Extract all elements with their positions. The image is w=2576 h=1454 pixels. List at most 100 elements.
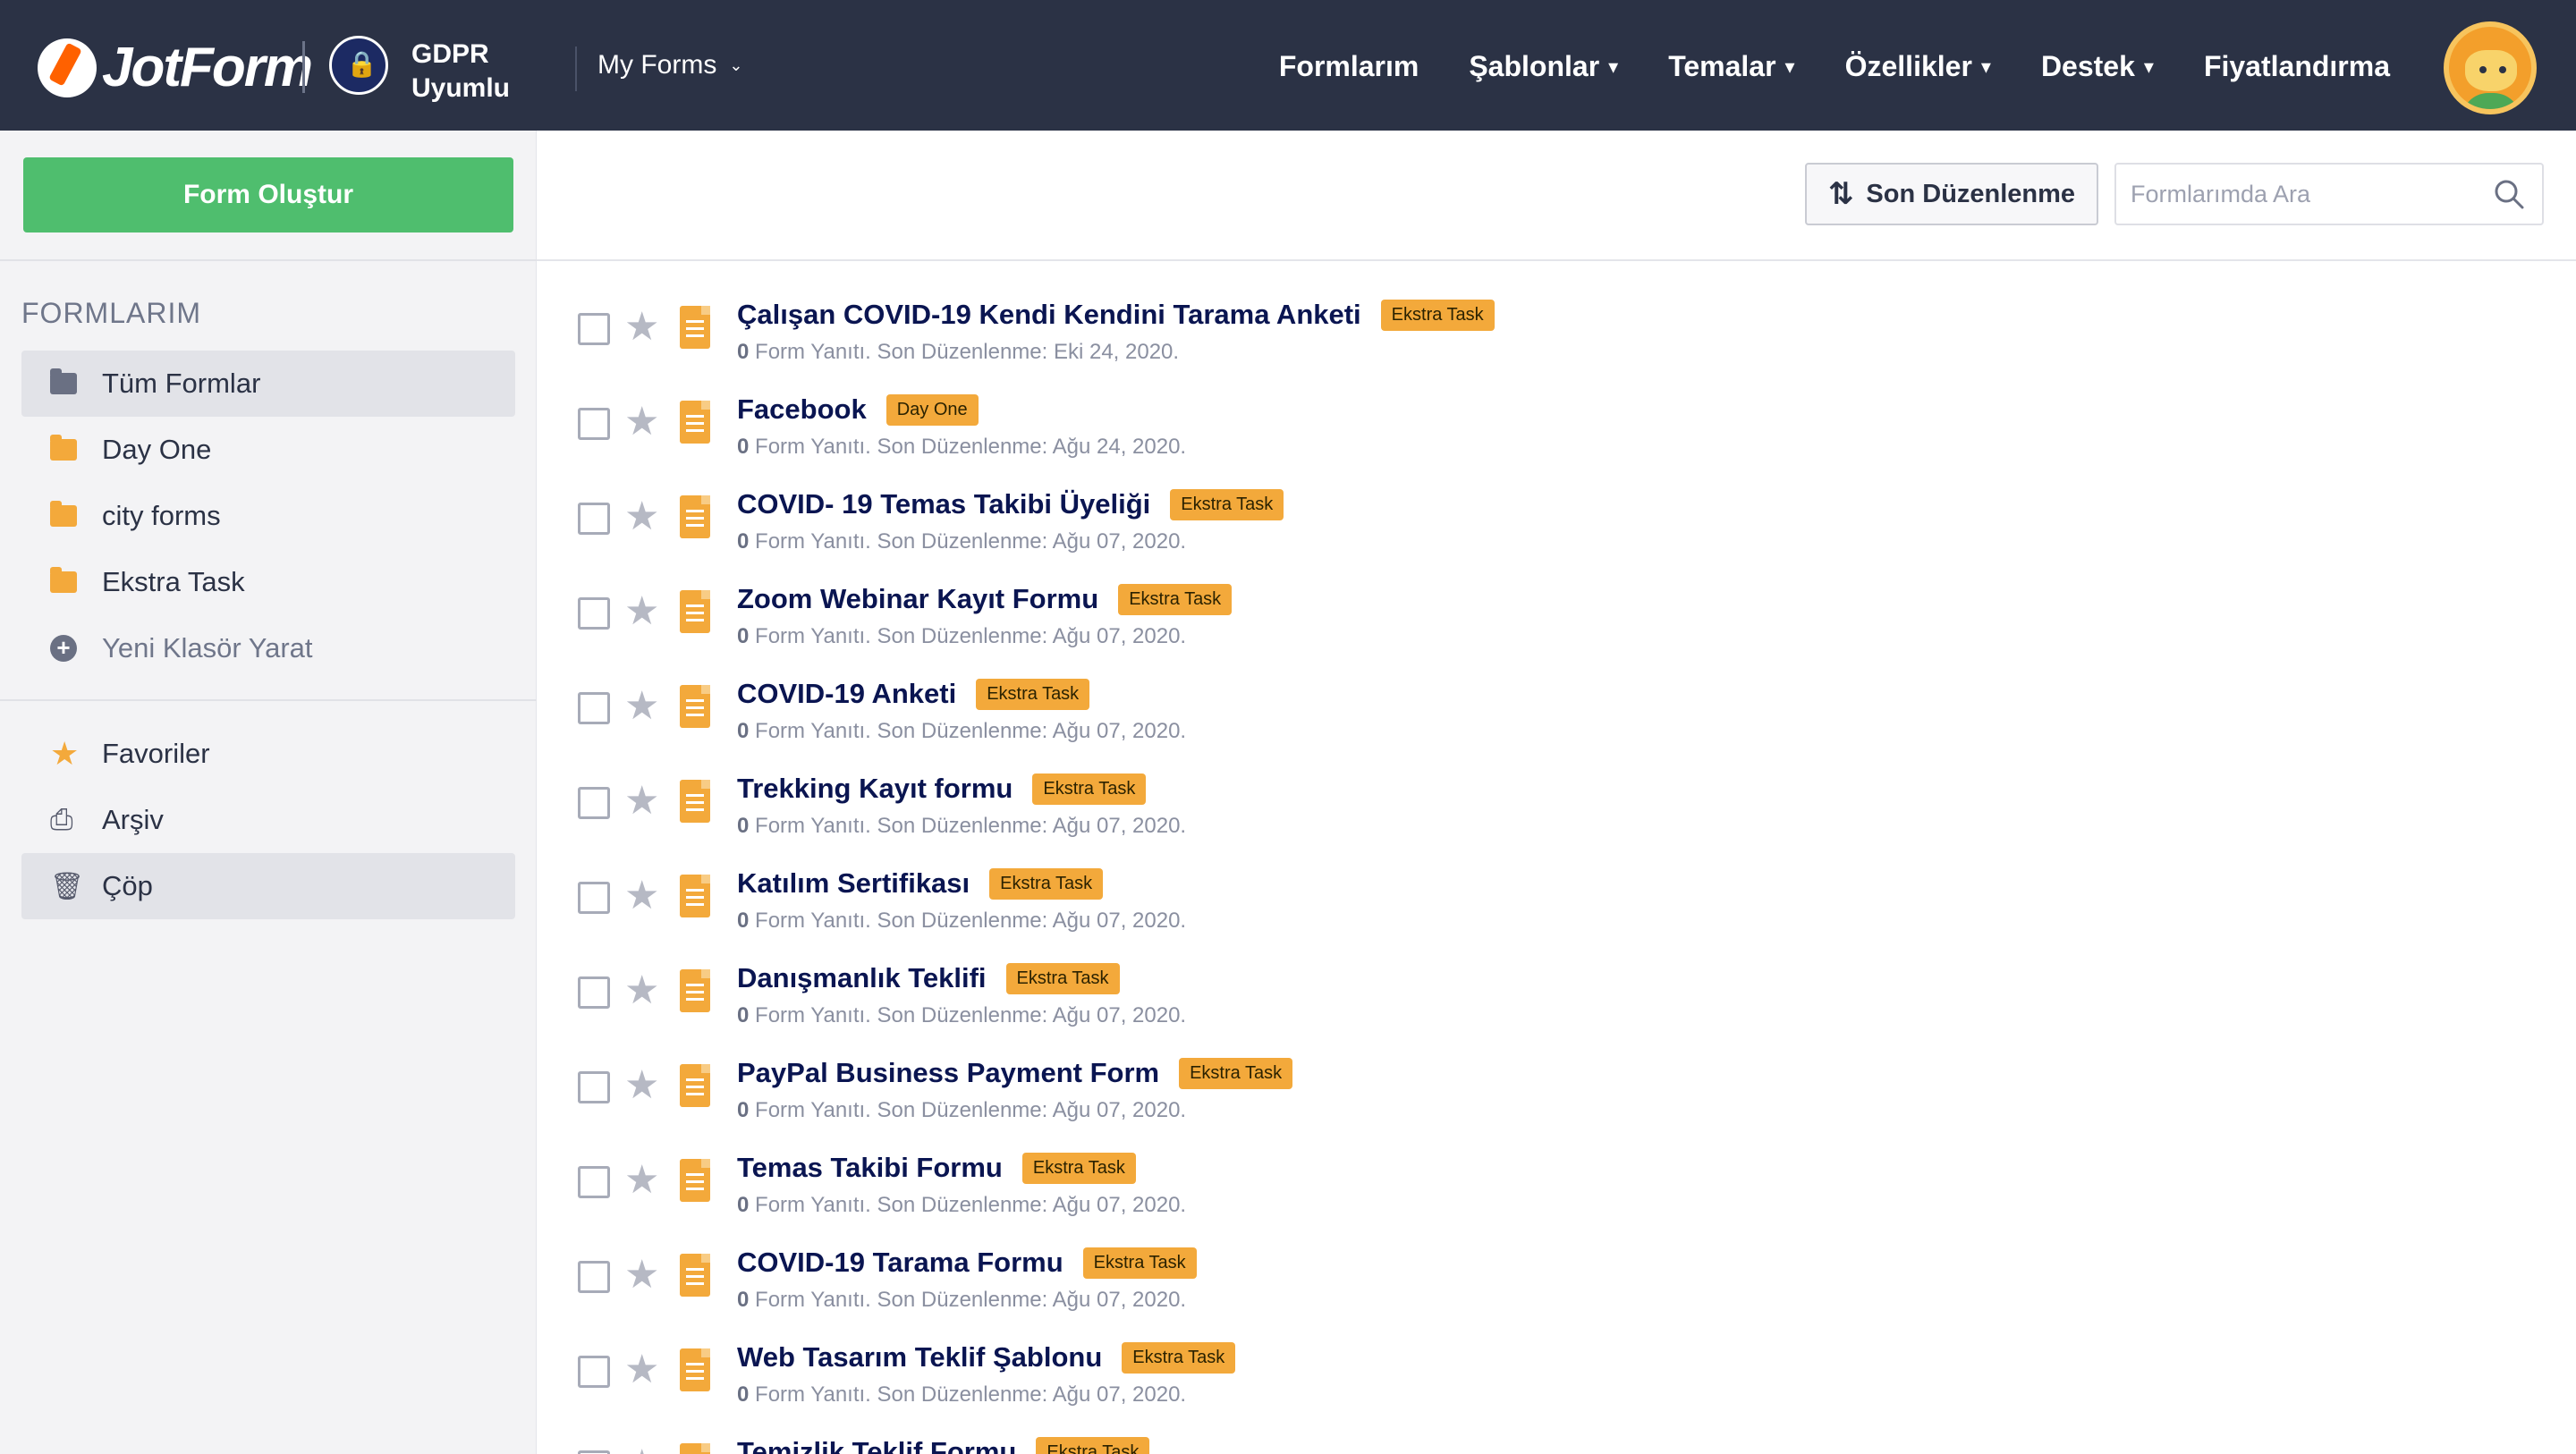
form-list-item[interactable]: ★ Facebook Day One 0 Form Yanıtı. Son Düzen… — [537, 368, 2576, 463]
form-meta-text: Form Yanıtı. Son Düzenlenme: Ağu 07, 202… — [749, 1193, 1187, 1217]
row-checkbox[interactable] — [578, 597, 610, 630]
form-title[interactable]: Trekking Kayıt formu — [737, 773, 1013, 805]
favorite-star-icon[interactable]: ★ — [624, 1443, 659, 1454]
form-title[interactable]: Temas Takibi Formu — [737, 1152, 1003, 1184]
form-list-item[interactable]: ★ PayPal Business Payment Form Ekstra Task… — [537, 1032, 2576, 1127]
header-divider — [575, 46, 577, 91]
sidebar-item-inbox[interactable]: ⎙ Arşiv — [21, 787, 515, 853]
folder-tag-badge: Ekstra Task — [1032, 773, 1147, 805]
form-title[interactable]: Danışmanlık Teklifi — [737, 962, 987, 994]
form-document-icon — [680, 1064, 710, 1107]
favorite-star-icon[interactable]: ★ — [624, 1348, 659, 1391]
sidebar-folder-item[interactable]: Day One — [21, 417, 515, 483]
avatar-body — [2462, 93, 2521, 109]
favorite-star-icon[interactable]: ★ — [624, 685, 659, 728]
nav-item-2[interactable]: Temalar ▾ — [1668, 50, 1794, 83]
form-title[interactable]: Çalışan COVID-19 Kendi Kendini Tarama An… — [737, 299, 1361, 331]
form-document-icon — [680, 401, 710, 444]
form-list-item[interactable]: ★ Temizlik Teklif Formu Ekstra Task — [537, 1411, 2576, 1454]
sidebar-folder-item[interactable]: + Yeni Klasör Yarat — [21, 615, 515, 681]
sidebar-item-star[interactable]: ★ Favoriler — [21, 721, 515, 787]
form-title[interactable]: Web Tasarım Teklif Şablonu — [737, 1341, 1102, 1374]
user-avatar[interactable] — [2444, 21, 2537, 114]
row-checkbox[interactable] — [578, 1261, 610, 1293]
nav-item-3[interactable]: Özellikler ▾ — [1845, 50, 1991, 83]
form-list-item[interactable]: ★ Web Tasarım Teklif Şablonu Ekstra Task 0 … — [537, 1316, 2576, 1411]
response-count: 0 — [737, 1382, 750, 1407]
sidebar-folder-label: city forms — [102, 500, 221, 531]
sidebar-divider — [0, 259, 537, 261]
favorite-star-icon[interactable]: ★ — [624, 780, 659, 823]
nav-item-4[interactable]: Destek ▾ — [2041, 50, 2154, 83]
form-meta-text: Form Yanıtı. Son Düzenlenme: Ağu 07, 202… — [749, 909, 1187, 933]
favorite-star-icon[interactable]: ★ — [624, 401, 659, 444]
search-icon[interactable] — [2494, 179, 2524, 209]
nav-item-0[interactable]: Formlarım — [1279, 50, 1419, 83]
sidebar-folder-item[interactable]: Tüm Formlar — [21, 351, 515, 417]
sidebar-folder-label: Ekstra Task — [102, 566, 245, 597]
row-checkbox[interactable] — [578, 976, 610, 1009]
sidebar-item-label: Çöp — [102, 870, 153, 901]
favorite-star-icon[interactable]: ★ — [624, 969, 659, 1012]
gdpr-lock-icon — [329, 36, 388, 95]
form-meta-text: Form Yanıtı. Son Düzenlenme: Eki 24, 202… — [749, 340, 1180, 364]
form-list-item[interactable]: ★ Temas Takibi Formu Ekstra Task 0 Form Yan… — [537, 1127, 2576, 1222]
row-checkbox[interactable] — [578, 882, 610, 914]
sort-icon: ⇅ — [1827, 177, 1854, 211]
sidebar-item-label: Arşiv — [102, 804, 164, 835]
form-list-item[interactable]: ★ Katılım Sertifikası Ekstra Task 0 Form Ya… — [537, 842, 2576, 937]
search-box[interactable] — [2114, 163, 2544, 225]
form-list-item[interactable]: ★ COVID-19 Tarama Formu Ekstra Task 0 Form … — [537, 1222, 2576, 1316]
favorite-star-icon[interactable]: ★ — [624, 306, 659, 349]
form-list-item[interactable]: ★ Çalışan COVID-19 Kendi Kendini Tarama A… — [537, 274, 2576, 368]
row-checkbox[interactable] — [578, 1071, 610, 1103]
form-title[interactable]: Katılım Sertifikası — [737, 867, 970, 900]
caret-down-icon: ▾ — [2143, 55, 2154, 78]
row-checkbox[interactable] — [578, 1166, 610, 1198]
form-title[interactable]: Facebook — [737, 393, 867, 426]
form-title-row: COVID-19 Tarama Formu Ekstra Task — [737, 1247, 1197, 1279]
form-list-item[interactable]: ★ Zoom Webinar Kayıt Formu Ekstra Task 0 Fo… — [537, 558, 2576, 653]
my-forms-dropdown[interactable]: My Forms ⌄ — [597, 50, 742, 80]
favorite-star-icon[interactable]: ★ — [624, 875, 659, 917]
favorite-star-icon[interactable]: ★ — [624, 1064, 659, 1107]
sidebar-folder-item[interactable]: Ekstra Task — [21, 549, 515, 615]
folder-icon — [50, 501, 77, 527]
sidebar-item-trash[interactable]: 🗑 Çöp — [21, 853, 515, 919]
create-form-button[interactable]: Form Oluştur — [23, 157, 513, 232]
gdpr-line2: Uyumlu — [411, 73, 511, 103]
folder-tag-badge: Ekstra Task — [1380, 299, 1495, 331]
nav-item-1[interactable]: Şablonlar ▾ — [1469, 50, 1618, 83]
form-title[interactable]: COVID-19 Anketi — [737, 678, 956, 710]
sidebar-folder-item[interactable]: city forms — [21, 483, 515, 549]
row-checkbox[interactable] — [578, 313, 610, 345]
form-title[interactable]: Zoom Webinar Kayıt Formu — [737, 583, 1098, 615]
form-title[interactable]: PayPal Business Payment Form — [737, 1057, 1159, 1089]
form-list-item[interactable]: ★ COVID-19 Anketi Ekstra Task 0 Form Yanıtı… — [537, 653, 2576, 748]
row-checkbox[interactable] — [578, 1356, 610, 1388]
search-input[interactable] — [2131, 173, 2488, 215]
favorite-star-icon[interactable]: ★ — [624, 590, 659, 633]
folder-tag-badge: Ekstra Task — [1036, 1436, 1150, 1454]
row-checkbox[interactable] — [578, 1450, 610, 1454]
row-checkbox[interactable] — [578, 692, 610, 724]
form-title-row: COVID-19 Anketi Ekstra Task — [737, 678, 1090, 710]
form-list-item[interactable]: ★ Danışmanlık Teklifi Ekstra Task 0 Form Ya… — [537, 937, 2576, 1032]
favorite-star-icon[interactable]: ★ — [624, 495, 659, 538]
nav-item-5[interactable]: Fiyatlandırma — [2204, 50, 2390, 83]
folder-tag-badge: Ekstra Task — [1179, 1057, 1293, 1089]
sort-button[interactable]: ⇅ Son Düzenlenme — [1805, 163, 2098, 225]
favorite-star-icon[interactable]: ★ — [624, 1159, 659, 1202]
form-document-icon — [680, 1348, 710, 1391]
response-count: 0 — [737, 435, 750, 459]
favorite-star-icon[interactable]: ★ — [624, 1254, 659, 1297]
row-checkbox[interactable] — [578, 787, 610, 819]
form-title[interactable]: COVID-19 Tarama Formu — [737, 1247, 1063, 1279]
jotform-logo[interactable]: JotForm — [38, 36, 313, 99]
form-list-item[interactable]: ★ Trekking Kayıt formu Ekstra Task 0 Form Y… — [537, 748, 2576, 842]
row-checkbox[interactable] — [578, 408, 610, 440]
row-checkbox[interactable] — [578, 503, 610, 535]
form-title[interactable]: Temizlik Teklif Formu — [737, 1436, 1016, 1454]
form-title[interactable]: COVID- 19 Temas Takibi Üyeliği — [737, 488, 1150, 520]
form-list-item[interactable]: ★ COVID- 19 Temas Takibi Üyeliği Ekstra Ta… — [537, 463, 2576, 558]
